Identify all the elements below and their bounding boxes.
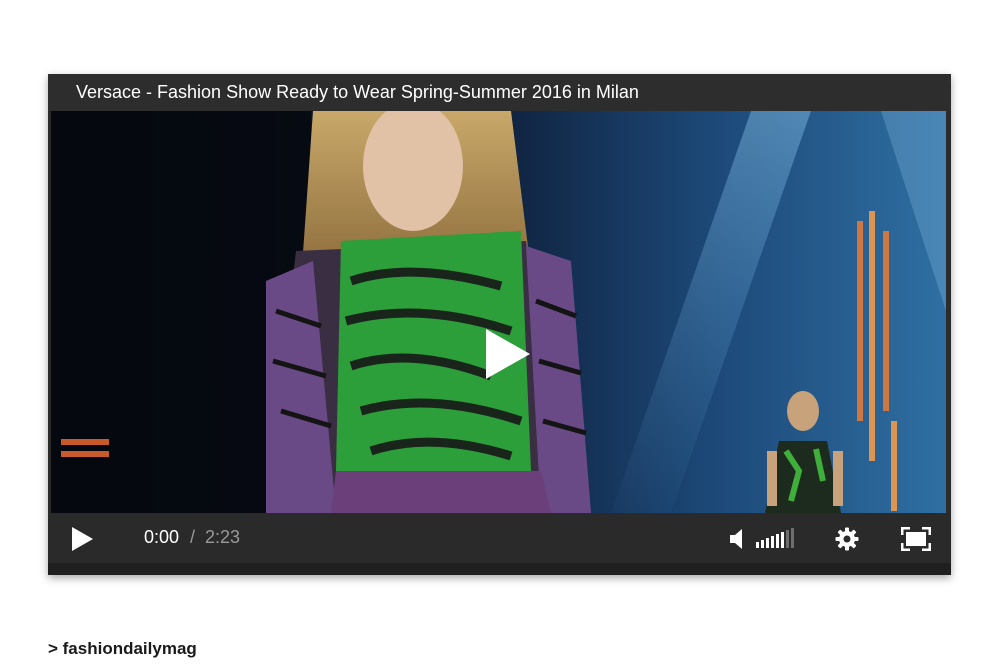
play-button[interactable] <box>68 525 96 553</box>
settings-button[interactable] <box>834 526 860 552</box>
source-link[interactable]: > fashiondailymag <box>48 639 197 659</box>
volume-bar <box>756 542 759 548</box>
player-controls: 0:00 / 2:23 <box>48 513 951 563</box>
play-icon <box>72 527 93 551</box>
volume-bar <box>781 532 784 548</box>
volume-slider[interactable] <box>756 528 800 550</box>
video-player: Versace - Fashion Show Ready to Wear Spr… <box>48 74 951 575</box>
volume-bar <box>791 528 794 548</box>
speaker-icon <box>730 529 742 549</box>
volume-bar <box>786 530 789 548</box>
video-thumbnail <box>51 111 946 513</box>
current-time: 0:00 <box>144 527 180 547</box>
volume-bar <box>776 534 779 548</box>
mute-button[interactable] <box>728 527 748 551</box>
volume-bar <box>761 540 764 548</box>
play-icon <box>486 329 530 379</box>
fullscreen-button[interactable] <box>900 526 932 552</box>
total-duration: 2:23 <box>205 527 241 547</box>
time-separator: / <box>190 527 196 547</box>
video-title[interactable]: Versace - Fashion Show Ready to Wear Spr… <box>48 74 951 111</box>
big-play-button[interactable] <box>478 325 536 383</box>
player-footer <box>48 563 951 575</box>
volume-bar <box>766 538 769 548</box>
volume-bar <box>771 536 774 548</box>
fullscreen-icon <box>901 527 931 551</box>
gear-icon <box>835 527 859 551</box>
video-frame[interactable] <box>51 111 946 513</box>
